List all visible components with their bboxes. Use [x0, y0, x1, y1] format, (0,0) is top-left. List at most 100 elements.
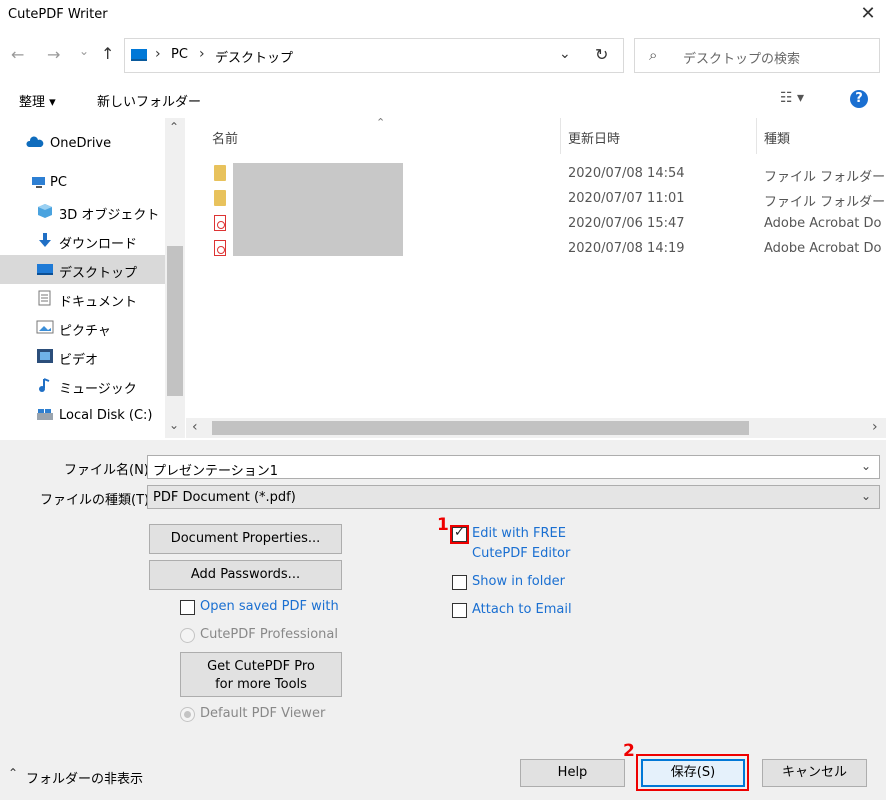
edit-with-free-label[interactable]: Edit with FREE — [472, 526, 566, 541]
cube-icon — [38, 204, 52, 218]
download-icon — [39, 233, 51, 247]
sidebar-item-local-disk[interactable]: Local Disk (C:) — [0, 401, 165, 430]
cutepdf-editor-label[interactable]: CutePDF Editor — [472, 546, 570, 561]
search-input[interactable]: ⌕ デスクトップの検索 — [634, 38, 880, 73]
help-button[interactable]: Help — [520, 759, 625, 787]
show-in-folder-checkbox[interactable] — [452, 575, 467, 590]
video-icon — [37, 349, 53, 363]
open-saved-pdf-label[interactable]: Open saved PDF with — [200, 599, 339, 614]
column-divider[interactable] — [756, 118, 757, 154]
sidebar-item-onedrive[interactable]: OneDrive — [0, 129, 165, 158]
scroll-down-icon[interactable]: ⌄ — [169, 418, 179, 432]
row-date: 2020/07/06 15:47 — [568, 216, 685, 231]
cloud-icon — [26, 136, 44, 147]
attach-to-email-checkbox[interactable] — [452, 603, 467, 618]
monitor-icon — [131, 49, 147, 61]
document-properties-button[interactable]: Document Properties... — [149, 524, 342, 554]
sidebar-item-label: 3D オブジェクト — [59, 208, 160, 223]
sidebar-item-videos[interactable]: ビデオ — [0, 342, 165, 371]
pc-icon — [32, 177, 45, 188]
breadcrumb-separator: › — [199, 46, 205, 62]
redacted-filenames — [233, 163, 403, 256]
back-arrow-icon[interactable]: ← — [11, 45, 24, 64]
refresh-icon[interactable]: ↻ — [595, 45, 608, 64]
filename-value: プレゼンテーション1 — [153, 464, 279, 479]
horizontal-scrollbar[interactable]: ‹ › — [186, 418, 886, 438]
hide-folders-toggle[interactable]: フォルダーの非表示 — [26, 768, 143, 787]
close-icon[interactable]: ✕ — [856, 3, 880, 24]
up-arrow-icon[interactable]: ↑ — [101, 44, 114, 63]
row-date: 2020/07/07 11:01 — [568, 191, 685, 206]
help-icon[interactable]: ? — [850, 90, 868, 108]
column-header-modified[interactable]: 更新日時 — [568, 128, 620, 147]
cancel-button[interactable]: キャンセル — [762, 759, 867, 787]
column-header-name[interactable]: 名前 — [212, 128, 238, 147]
show-in-folder-label[interactable]: Show in folder — [472, 574, 565, 589]
filename-input[interactable]: プレゼンテーション1 ⌄ — [147, 455, 880, 479]
filename-label: ファイル名(N): — [64, 463, 154, 478]
get-pro-line1: Get CutePDF Pro — [207, 659, 315, 674]
recent-locations-icon[interactable]: ⌄ — [79, 44, 89, 58]
sidebar-item-label: ダウンロード — [59, 237, 138, 252]
default-pdf-viewer-label: Default PDF Viewer — [200, 706, 326, 721]
sidebar-item-label: Local Disk (C:) — [59, 408, 153, 423]
filetype-select[interactable]: PDF Document (*.pdf) ⌄ — [147, 485, 880, 509]
chevron-down-icon[interactable]: ⌄ — [861, 459, 871, 473]
new-folder-button[interactable]: 新しいフォルダー — [97, 91, 201, 110]
add-passwords-button[interactable]: Add Passwords... — [149, 560, 342, 590]
sidebar-item-music[interactable]: ミュージック — [0, 371, 165, 400]
breadcrumb-desktop[interactable]: デスクトップ — [215, 47, 293, 66]
sidebar-item-3d-objects[interactable]: 3D オブジェクト — [0, 197, 165, 226]
pdf-file-icon — [214, 215, 226, 231]
sidebar-scrollbar[interactable]: ⌃ ⌄ — [165, 118, 185, 438]
row-type: ファイル フォルダー — [764, 195, 886, 210]
scroll-right-icon[interactable]: › — [872, 419, 878, 435]
sidebar-item-label: PC — [50, 175, 67, 190]
picture-icon — [36, 320, 54, 334]
scrollbar-thumb[interactable] — [167, 246, 183, 396]
row-type: ファイル フォルダー — [764, 170, 886, 185]
breadcrumb-pc[interactable]: PC — [171, 47, 188, 62]
organize-button[interactable]: 整理 ▾ — [19, 91, 56, 110]
navigation-pane: OneDrive PC 3D オブジェクト ダウンロード デスクトップ ドキュメ… — [0, 118, 186, 438]
sidebar-item-label: ミュージック — [59, 382, 137, 397]
default-pdf-viewer-radio — [180, 707, 195, 722]
edit-with-free-checkbox[interactable] — [452, 525, 467, 542]
callout-number: 2 — [623, 741, 635, 761]
save-button[interactable]: 保存(S) — [641, 759, 745, 787]
pdf-file-icon — [214, 240, 226, 256]
sidebar-item-pictures[interactable]: ピクチャ — [0, 313, 165, 342]
sidebar-item-downloads[interactable]: ダウンロード — [0, 226, 165, 255]
column-divider[interactable] — [560, 118, 561, 154]
open-saved-pdf-checkbox[interactable] — [180, 600, 195, 615]
row-type: Adobe Acrobat Do — [764, 216, 882, 231]
sidebar-item-pc[interactable]: PC — [0, 168, 165, 197]
chevron-up-icon[interactable]: ⌃ — [8, 766, 18, 780]
sidebar-item-label: デスクトップ — [59, 266, 138, 281]
cutepdf-professional-label: CutePDF Professional — [200, 627, 338, 642]
breadcrumb-separator: › — [155, 46, 161, 62]
sidebar-item-label: OneDrive — [50, 136, 112, 151]
sidebar-item-documents[interactable]: ドキュメント — [0, 284, 165, 313]
column-header-type[interactable]: 種類 — [764, 128, 790, 147]
view-options-icon[interactable]: ☷ ▾ — [780, 90, 804, 106]
address-bar[interactable]: › PC › デスクトップ ⌄ ↻ — [124, 38, 624, 73]
get-cutepdf-pro-button[interactable]: Get CutePDF Pro for more Tools — [180, 652, 342, 697]
forward-arrow-icon[interactable]: → — [47, 45, 60, 64]
sidebar-item-label: ドキュメント — [59, 295, 138, 310]
scrollbar-thumb[interactable] — [212, 421, 749, 435]
folder-icon — [214, 165, 226, 181]
chevron-down-icon[interactable]: ⌄ — [861, 489, 871, 503]
folder-icon — [214, 190, 226, 206]
filetype-value: PDF Document (*.pdf) — [153, 490, 296, 505]
attach-to-email-label[interactable]: Attach to Email — [472, 602, 572, 617]
scroll-up-icon[interactable]: ⌃ — [169, 120, 179, 134]
sidebar-item-desktop[interactable]: デスクトップ — [0, 255, 165, 284]
row-type: Adobe Acrobat Do — [764, 241, 882, 256]
sort-indicator-icon: ⌃ — [376, 118, 386, 129]
chevron-down-icon[interactable]: ⌄ — [559, 46, 571, 62]
row-date: 2020/07/08 14:54 — [568, 166, 685, 181]
search-placeholder: デスクトップの検索 — [683, 52, 801, 67]
sidebar-item-label: ビデオ — [59, 353, 99, 368]
scroll-left-icon[interactable]: ‹ — [192, 419, 198, 435]
